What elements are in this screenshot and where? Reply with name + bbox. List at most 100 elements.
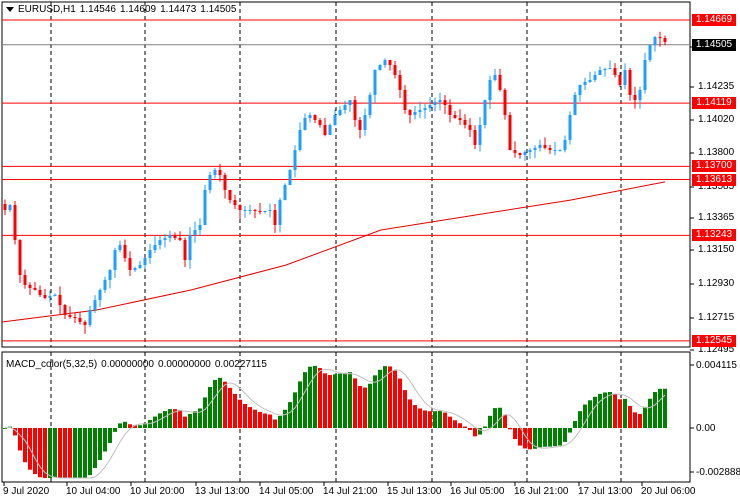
macd-histogram-bar: [18, 428, 22, 451]
candle-body: [508, 115, 512, 151]
macd-histogram-bar: [663, 388, 667, 428]
candle-body: [463, 120, 467, 125]
candle-body: [193, 229, 197, 235]
candle-body: [68, 315, 72, 317]
candle-body: [593, 74, 597, 80]
macd-histogram-bar: [243, 403, 247, 428]
price-axis-label: 1.13150: [698, 244, 735, 255]
candle-body: [38, 289, 42, 295]
candle-body: [213, 170, 217, 175]
time-axis-label: 20 Jul 06:00: [641, 486, 696, 497]
macd-histogram-bar: [463, 426, 467, 428]
candle-body: [88, 310, 92, 325]
candle-body: [518, 152, 522, 156]
macd-axis-bottom: -0.002888: [696, 467, 740, 478]
macd-histogram-bar: [573, 421, 577, 428]
candle-body: [653, 37, 657, 46]
macd-label: MACD_color(5,32,5): [6, 359, 98, 370]
candle-body: [73, 316, 77, 319]
candle-body: [183, 239, 187, 261]
candle-body: [613, 68, 617, 75]
candle-body: [628, 70, 632, 95]
candle-body: [428, 105, 432, 109]
candle-body: [548, 147, 552, 151]
macd-histogram-bar: [593, 396, 597, 428]
ohlc-open: 1.14546: [79, 4, 116, 15]
candle-body: [148, 250, 152, 259]
candle-body: [303, 118, 307, 130]
macd-histogram-bar: [38, 428, 42, 478]
macd-histogram-bar: [218, 377, 222, 428]
macd-header: MACD_color(5,32,5) 0.00000000 0.00000000…: [6, 359, 267, 370]
macd-histogram-bar: [338, 373, 342, 428]
candle-body: [13, 205, 17, 240]
macd-histogram-bar: [608, 392, 612, 428]
candle-body: [78, 318, 82, 322]
macd-axis-top: 0.004115: [696, 360, 737, 371]
macd-histogram-bar: [473, 428, 477, 437]
macd-histogram-bar: [633, 412, 637, 428]
candle-body: [408, 110, 412, 116]
candle-body: [258, 210, 262, 212]
current-price-tag: 1.14505: [692, 38, 736, 51]
candle-body: [368, 94, 372, 116]
macd-histogram-bar: [258, 412, 262, 428]
macd-histogram-bar: [213, 379, 217, 428]
candle-body: [373, 70, 377, 95]
macd-histogram-bar: [508, 428, 512, 430]
macd-value-1: 0.00000000: [101, 359, 154, 370]
candle-body: [498, 74, 502, 90]
price-axis-label: 1.13800: [698, 147, 735, 158]
candle-body: [388, 60, 392, 66]
macd-histogram-bar: [78, 428, 82, 478]
candle-body: [238, 205, 242, 211]
candle-body: [313, 115, 317, 120]
macd-histogram-bar: [433, 411, 437, 428]
macd-histogram-bar: [293, 392, 297, 428]
candle-body: [283, 184, 287, 201]
macd-histogram-bar: [323, 373, 327, 428]
candle-body: [298, 129, 302, 151]
candle-body: [503, 89, 507, 116]
macd-histogram-bar: [483, 426, 487, 428]
candle-body: [568, 115, 572, 140]
macd-histogram-bar: [163, 411, 167, 428]
macd-histogram-bar: [83, 428, 87, 478]
candle-body: [143, 258, 147, 266]
candle-body: [128, 258, 132, 270]
candle-body: [273, 210, 277, 225]
level-price-tag: 1.14669: [692, 14, 736, 26]
level-price-tag: 1.12545: [692, 334, 736, 347]
candle-body: [443, 100, 447, 106]
macd-histogram-bar: [93, 428, 97, 469]
candle-body: [83, 321, 87, 325]
candle-body: [218, 170, 222, 175]
macd-histogram-bar: [393, 370, 397, 428]
collapse-triangle-icon[interactable]: [6, 7, 14, 12]
macd-histogram-bar: [263, 413, 267, 428]
candle-body: [363, 115, 367, 130]
macd-histogram-bar: [268, 414, 272, 428]
macd-histogram-bar: [98, 428, 102, 460]
macd-histogram-bar: [618, 399, 622, 428]
chart-canvas[interactable]: [0, 0, 740, 500]
candle-body: [358, 120, 362, 130]
ohlc-low: 1.14473: [160, 4, 197, 15]
macd-histogram-bar: [558, 428, 562, 446]
candle-body: [173, 234, 177, 238]
macd-histogram-bar: [318, 368, 322, 428]
candle-body: [338, 110, 342, 116]
symbol-label: EURUSD,H1: [18, 4, 76, 15]
candle-body: [308, 115, 312, 119]
macd-histogram-bar: [23, 428, 27, 463]
candle-body: [583, 81, 587, 85]
candle-body: [523, 152, 527, 156]
candle-body: [643, 60, 647, 90]
main-panel-frame: [1, 1, 691, 348]
candle-body: [93, 300, 97, 311]
macd-histogram-bar: [308, 366, 312, 428]
price-axis-label: 1.12715: [698, 312, 735, 323]
candle-body: [663, 37, 667, 43]
macd-histogram-bar: [413, 405, 417, 428]
macd-histogram-bar: [138, 425, 142, 428]
